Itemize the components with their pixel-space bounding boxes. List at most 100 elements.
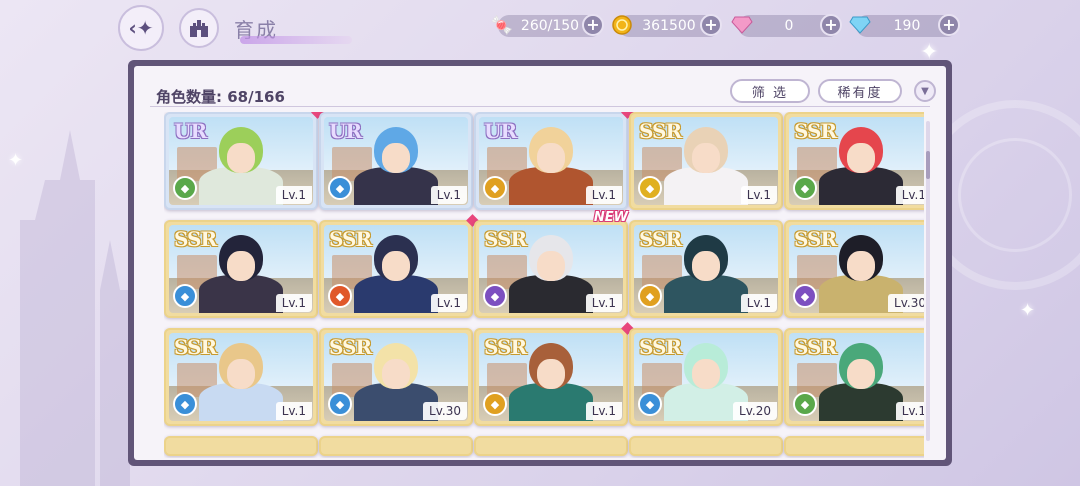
character-card[interactable]: SSR ◆ Lv.1 NEW bbox=[474, 210, 628, 318]
add-coin-button[interactable]: + bbox=[700, 14, 722, 36]
attribute-icon: ◆ bbox=[328, 392, 352, 416]
character-face bbox=[227, 251, 255, 281]
level-label: Lv.1 bbox=[585, 402, 622, 420]
character-face bbox=[537, 359, 565, 389]
character-face bbox=[382, 359, 410, 389]
character-card[interactable]: UR ◆ Lv.1 bbox=[319, 112, 473, 210]
attribute-icon: ◆ bbox=[793, 284, 817, 308]
level-label: Lv.20 bbox=[733, 402, 777, 420]
back-button[interactable]: ‹✦ bbox=[118, 5, 164, 51]
character-card[interactable]: SSR ◆ Lv.30 bbox=[784, 220, 924, 318]
attribute-icon: ◆ bbox=[638, 284, 662, 308]
rarity-badge: SSR bbox=[639, 227, 682, 251]
character-face bbox=[382, 251, 410, 281]
character-list-panel: 角色数量: 68/166 筛 选 稀有度 ▼ UR ◆ Lv.1 UR ◆ Lv.1 UR ◆… bbox=[128, 60, 952, 466]
rarity-badge: UR bbox=[484, 119, 517, 143]
character-face bbox=[692, 359, 720, 389]
coin-icon bbox=[608, 11, 636, 39]
character-card-partial[interactable] bbox=[784, 436, 924, 456]
resource-gold-coin: 361500 + bbox=[612, 14, 722, 37]
character-card-partial[interactable] bbox=[629, 436, 783, 456]
home-button[interactable] bbox=[179, 8, 219, 48]
level-label: Lv.1 bbox=[585, 186, 622, 204]
add-pink-diamond-button[interactable]: + bbox=[820, 14, 842, 36]
castle-home-icon bbox=[190, 20, 208, 37]
character-card[interactable]: SSR ◆ Lv.1 bbox=[164, 220, 318, 318]
character-face bbox=[847, 143, 875, 173]
level-label: Lv.1 bbox=[275, 294, 312, 312]
back-arrow-icon: ‹✦ bbox=[128, 16, 154, 40]
sort-rarity-button[interactable]: 稀有度 bbox=[818, 79, 902, 103]
add-blue-diamond-button[interactable]: + bbox=[938, 14, 960, 36]
attribute-icon: ◆ bbox=[638, 392, 662, 416]
castle-silhouette-decoration bbox=[20, 130, 130, 486]
level-label: Lv.1 bbox=[275, 402, 312, 420]
sort-order-toggle[interactable]: ▼ bbox=[914, 80, 936, 102]
attribute-icon: ◆ bbox=[483, 392, 507, 416]
character-card-partial[interactable] bbox=[319, 436, 473, 456]
character-card[interactable]: SSR ◆ Lv.1 bbox=[784, 328, 924, 426]
rarity-badge: SSR bbox=[484, 335, 527, 359]
character-face bbox=[692, 251, 720, 281]
level-label: Lv.1 bbox=[895, 186, 924, 204]
rarity-badge: UR bbox=[329, 119, 362, 143]
character-card[interactable]: SSR ◆ Lv.30 bbox=[319, 328, 473, 426]
character-card[interactable]: UR ◆ Lv.1 bbox=[474, 112, 634, 210]
character-count-label: 角色数量: 68/166 bbox=[156, 88, 285, 106]
rarity-badge: SSR bbox=[329, 335, 372, 359]
character-card-partial[interactable] bbox=[164, 436, 318, 456]
rarity-badge: SSR bbox=[484, 227, 527, 251]
attribute-icon: ◆ bbox=[483, 284, 507, 308]
character-face bbox=[847, 359, 875, 389]
level-label: Lv.1 bbox=[585, 294, 622, 312]
rarity-badge: SSR bbox=[174, 335, 217, 359]
rarity-badge: SSR bbox=[639, 335, 682, 359]
level-label: Lv.1 bbox=[430, 294, 467, 312]
character-card[interactable]: UR ◆ Lv.1 bbox=[164, 112, 324, 210]
attribute-icon: ◆ bbox=[483, 176, 507, 200]
level-label: Lv.30 bbox=[888, 294, 924, 312]
character-face bbox=[847, 251, 875, 281]
character-face bbox=[227, 359, 255, 389]
rarity-badge: SSR bbox=[174, 227, 217, 251]
character-card[interactable]: SSR ◆ Lv.1 bbox=[319, 214, 479, 318]
level-label: Lv.1 bbox=[740, 294, 777, 312]
character-list-content: 角色数量: 68/166 筛 选 稀有度 ▼ UR ◆ Lv.1 UR ◆ Lv.1 UR ◆… bbox=[134, 66, 946, 460]
attribute-icon: ◆ bbox=[638, 176, 662, 200]
character-card[interactable]: SSR ◆ Lv.1 bbox=[784, 112, 924, 210]
rarity-badge: UR bbox=[174, 119, 207, 143]
rarity-badge: SSR bbox=[794, 227, 837, 251]
rarity-badge: SSR bbox=[794, 335, 837, 359]
rarity-badge: SSR bbox=[794, 119, 837, 143]
character-face bbox=[692, 143, 720, 173]
rarity-badge: SSR bbox=[639, 119, 682, 143]
character-card-partial[interactable] bbox=[474, 436, 628, 456]
character-card[interactable]: SSR ◆ Lv.1 bbox=[474, 322, 634, 426]
sparkle-icon: ✦ bbox=[1020, 300, 1036, 321]
level-label: Lv.1 bbox=[740, 186, 777, 204]
scrollbar-thumb[interactable] bbox=[926, 151, 930, 179]
character-card[interactable]: SSR ◆ Lv.1 bbox=[629, 220, 783, 318]
character-card[interactable]: SSR ◆ Lv.1 bbox=[629, 112, 783, 210]
scrollbar[interactable] bbox=[926, 121, 930, 441]
rarity-badge: SSR bbox=[329, 227, 372, 251]
add-candy-button[interactable]: + bbox=[582, 14, 604, 36]
level-label: Lv.1 bbox=[275, 186, 312, 204]
blue-diamond-icon bbox=[846, 11, 874, 39]
character-card[interactable]: SSR ◆ Lv.1 bbox=[164, 328, 318, 426]
attribute-icon: ◆ bbox=[793, 392, 817, 416]
resource-candy: 🍬 260/150 + bbox=[491, 14, 604, 37]
character-face bbox=[227, 143, 255, 173]
attribute-icon: ◆ bbox=[173, 284, 197, 308]
character-face bbox=[537, 143, 565, 173]
pink-diamond-icon bbox=[728, 11, 756, 39]
filter-button[interactable]: 筛 选 bbox=[730, 79, 810, 103]
attribute-icon: ◆ bbox=[328, 284, 352, 308]
attribute-icon: ◆ bbox=[793, 176, 817, 200]
level-label: Lv.1 bbox=[430, 186, 467, 204]
level-label: Lv.1 bbox=[895, 402, 924, 420]
attribute-icon: ◆ bbox=[173, 392, 197, 416]
character-grid: UR ◆ Lv.1 UR ◆ Lv.1 UR ◆ Lv.1 SSR ◆ Lv.1 SSR ◆ Lv.1 SSR… bbox=[164, 112, 924, 458]
level-label: Lv.30 bbox=[423, 402, 467, 420]
character-card[interactable]: SSR ◆ Lv.20 bbox=[629, 328, 783, 426]
